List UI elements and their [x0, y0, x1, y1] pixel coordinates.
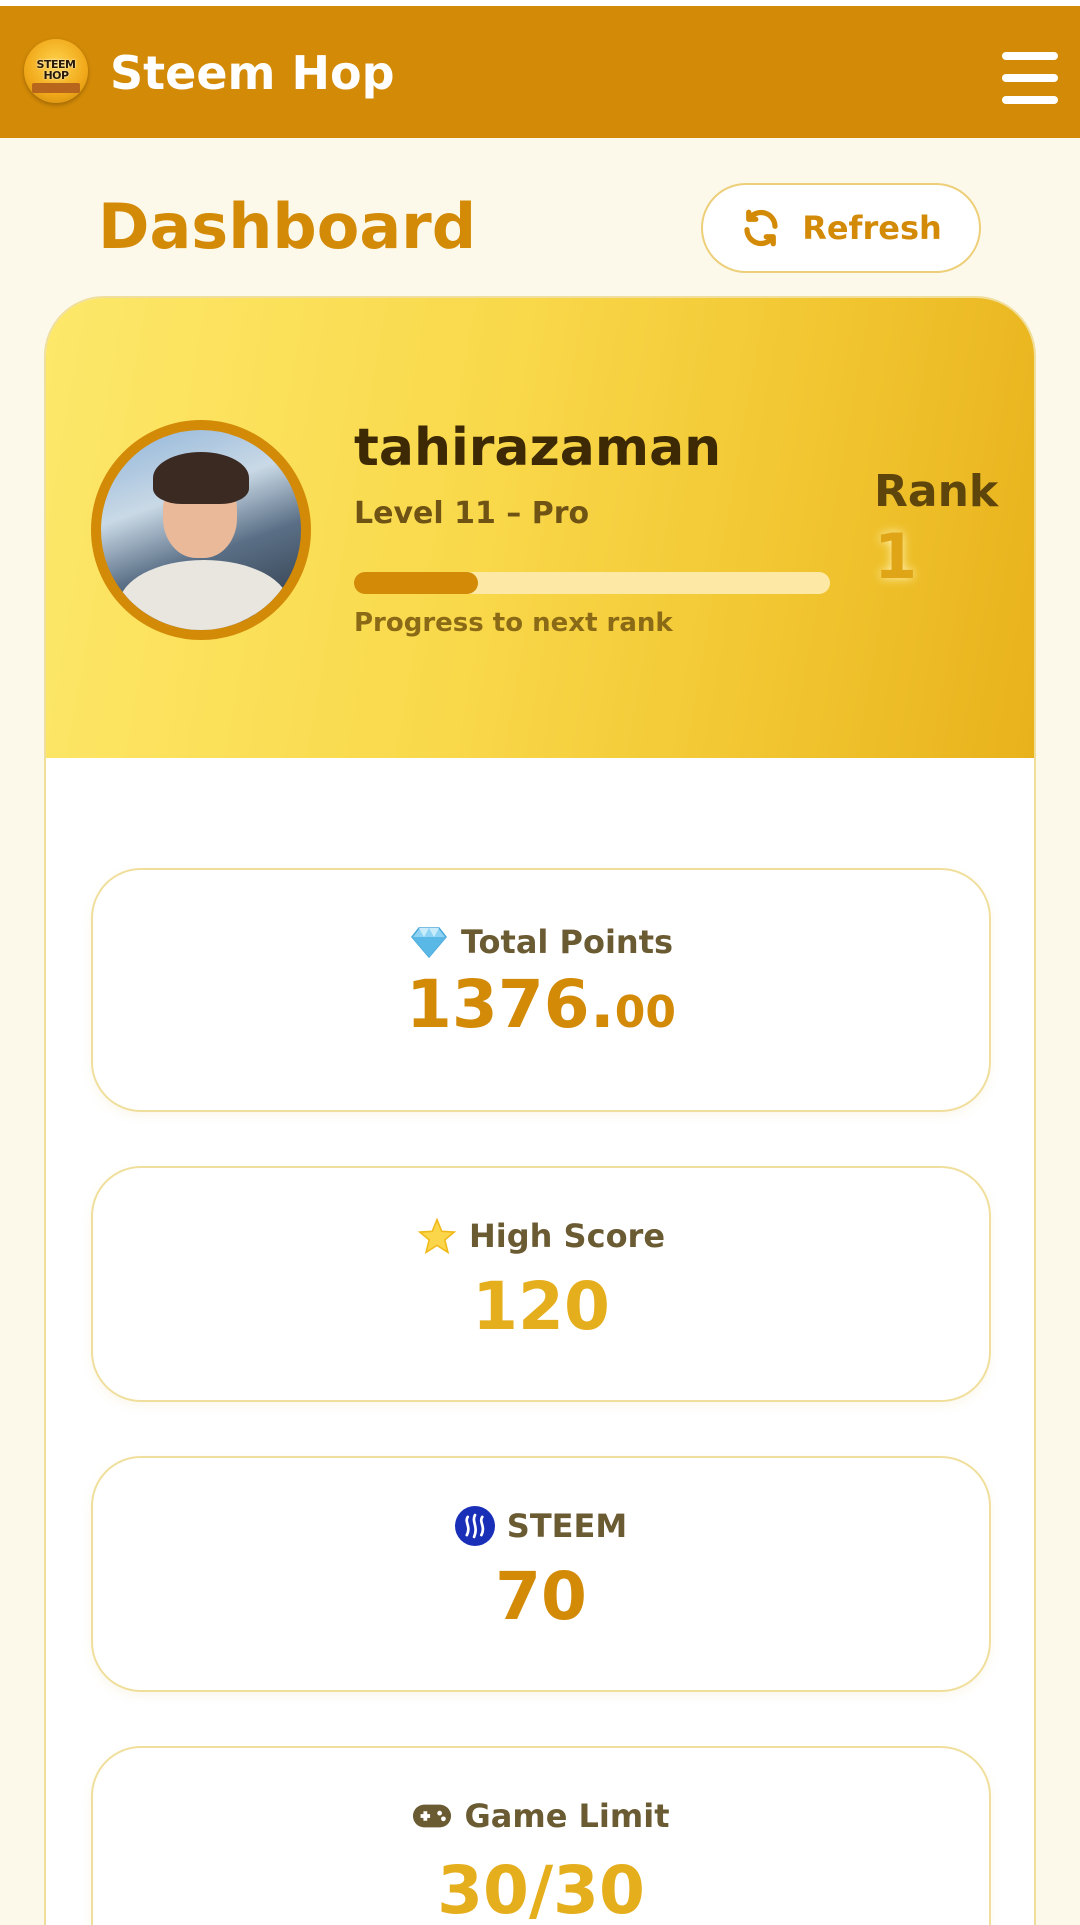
refresh-label: Refresh	[802, 209, 942, 247]
logo-base	[32, 83, 80, 93]
steem-icon	[454, 1506, 495, 1546]
top-navbar: STEEM HOP Steem Hop	[0, 6, 1080, 138]
rank-label: Rank	[874, 466, 999, 517]
dashboard-card: tahirazaman Level 11 – Pro Progress to n…	[44, 296, 1036, 1925]
app-logo[interactable]: STEEM HOP	[24, 39, 88, 103]
rank-progress-bar	[354, 572, 830, 594]
hamburger-menu-icon[interactable]	[998, 52, 1060, 104]
refresh-icon	[744, 209, 778, 247]
stat-title: Total Points	[460, 923, 674, 961]
profile-banner: tahirazaman Level 11 – Pro Progress to n…	[46, 298, 1034, 758]
stat-card-high-score: High Score 120	[91, 1166, 991, 1402]
refresh-button[interactable]: Refresh	[701, 183, 981, 273]
gamepad-icon	[412, 1796, 452, 1836]
total-points-int: 1376.	[406, 966, 615, 1043]
rank-value: 1	[874, 520, 918, 593]
stat-card-game-limit: Game Limit 30/30	[91, 1746, 991, 1925]
stat-card-total-points: Total Points 1376.00	[91, 868, 991, 1112]
total-points-value: 1376.00	[93, 966, 989, 1043]
stat-title: Game Limit	[464, 1797, 670, 1835]
rank-progress-fill	[354, 572, 478, 594]
stat-title: STEEM	[506, 1507, 628, 1545]
diamond-icon	[409, 922, 449, 962]
page-title: Dashboard	[98, 190, 477, 263]
avatar[interactable]	[91, 420, 311, 640]
steem-value: 70	[495, 1558, 587, 1635]
user-level: Level 11 – Pro	[354, 496, 590, 531]
stat-title: High Score	[468, 1217, 666, 1255]
app-name[interactable]: Steem Hop	[110, 46, 395, 100]
username: tahirazaman	[354, 418, 722, 478]
logo-text: STEEM HOP	[36, 58, 76, 82]
progress-label: Progress to next rank	[354, 608, 673, 638]
stat-card-steem: STEEM 70	[91, 1456, 991, 1692]
star-icon	[417, 1216, 457, 1256]
game-limit-value: 30/30	[437, 1852, 645, 1925]
total-points-decimal: 00	[614, 987, 676, 1038]
high-score-value: 120	[472, 1268, 610, 1345]
